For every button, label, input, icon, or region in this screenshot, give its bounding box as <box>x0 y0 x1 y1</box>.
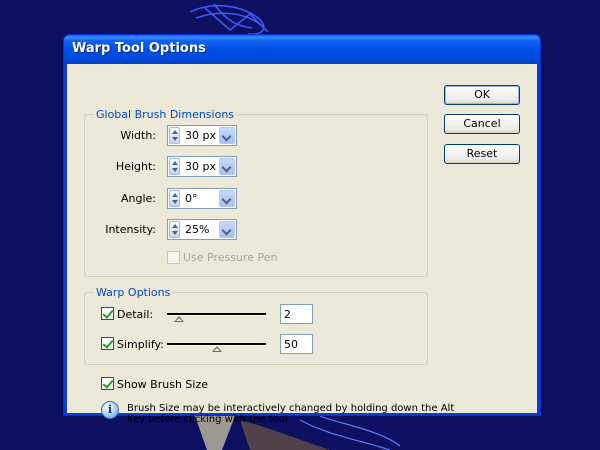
height-value[interactable]: 30 px <box>185 160 216 173</box>
intensity-combo[interactable]: 25% <box>167 219 237 240</box>
dialog-title: Warp Tool Options <box>72 41 206 56</box>
info-icon <box>101 401 119 419</box>
height-combo[interactable]: 30 px <box>167 156 237 177</box>
intensity-label: Intensity: <box>105 223 156 236</box>
up-down-arrows-icon[interactable] <box>169 158 180 175</box>
global-brush-dimensions-legend: Global Brush Dimensions <box>96 108 235 121</box>
detail-checkbox[interactable] <box>101 307 114 320</box>
simplify-label: Simplify: <box>117 338 164 351</box>
width-combo[interactable]: 30 px <box>167 125 237 146</box>
use-pressure-pen-checkbox[interactable] <box>167 251 180 264</box>
up-down-arrows-icon[interactable] <box>169 190 180 207</box>
width-value[interactable]: 30 px <box>185 129 216 142</box>
height-label: Height: <box>115 160 156 173</box>
simplify-checkbox[interactable] <box>101 337 114 350</box>
reset-button[interactable]: Reset <box>444 144 520 164</box>
detail-label: Detail: <box>117 308 154 321</box>
angle-combo[interactable]: 0° <box>167 188 237 209</box>
width-label: Width: <box>120 129 156 142</box>
intensity-value[interactable]: 25% <box>185 223 209 236</box>
angle-label: Angle: <box>120 192 156 205</box>
up-down-arrows-icon[interactable] <box>169 127 180 144</box>
warp-tool-options-dialog: Warp Tool Options Global Brush Dimension… <box>63 34 541 425</box>
show-brush-size-label: Show Brush Size <box>117 378 208 391</box>
simplify-slider-thumb[interactable] <box>211 346 222 352</box>
detail-value-field[interactable]: 2 <box>280 304 313 324</box>
title-bar[interactable]: Warp Tool Options <box>64 35 540 64</box>
chevron-down-icon[interactable] <box>219 127 235 144</box>
show-brush-size-checkbox[interactable] <box>101 377 114 390</box>
chevron-down-icon[interactable] <box>219 221 235 238</box>
use-pressure-pen-label: Use Pressure Pen <box>183 251 278 264</box>
info-text-line2: Key before clicking with the tool. <box>127 414 291 425</box>
warp-options-group: Warp Options <box>84 286 428 365</box>
simplify-value-field[interactable]: 50 <box>280 334 313 354</box>
angle-value[interactable]: 0° <box>185 192 198 205</box>
warp-options-legend: Warp Options <box>96 286 171 299</box>
dialog-body: Global Brush Dimensions Width: 30 px Hei… <box>67 64 537 425</box>
chevron-down-icon[interactable] <box>219 158 235 175</box>
up-down-arrows-icon[interactable] <box>169 221 180 238</box>
ok-button[interactable]: OK <box>444 85 520 105</box>
chevron-down-icon[interactable] <box>219 190 235 207</box>
detail-slider-thumb[interactable] <box>173 316 184 322</box>
cancel-button[interactable]: Cancel <box>444 114 520 134</box>
